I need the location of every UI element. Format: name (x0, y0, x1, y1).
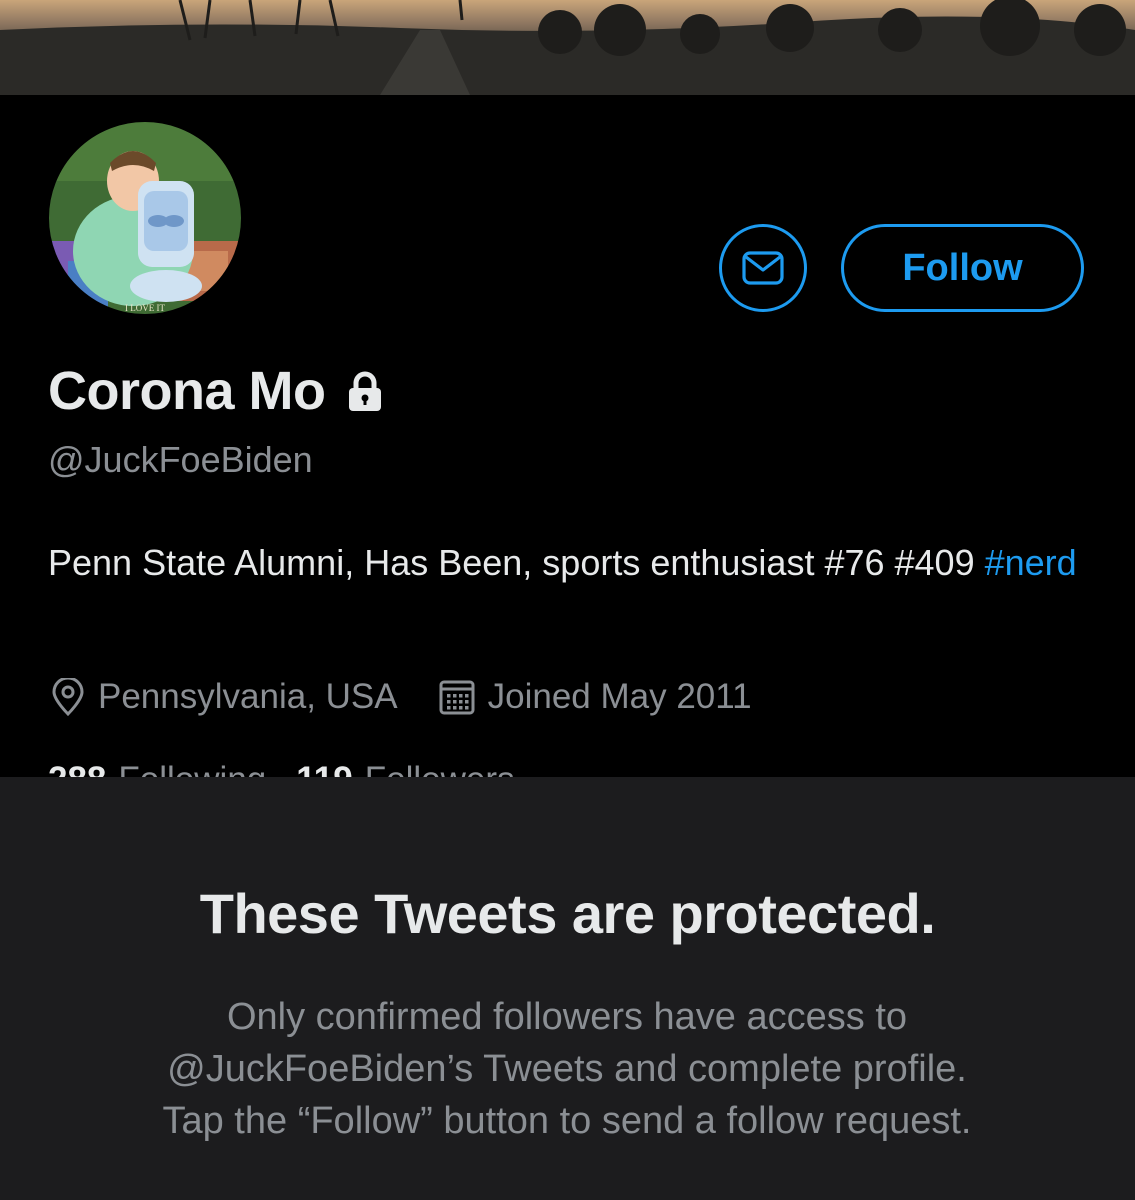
handle: @JuckFoeBiden (48, 439, 313, 480)
bio-text: Penn State Alumni, Has Been, sports enth… (48, 542, 985, 583)
message-button[interactable] (719, 224, 807, 312)
display-name: Corona Mo (48, 361, 326, 421)
protected-title: These Tweets are protected. (199, 882, 936, 945)
lock-icon (343, 369, 387, 413)
bio: Penn State Alumni, Has Been, sports enth… (48, 535, 1108, 591)
join-date: Joined May 2011 (438, 677, 752, 717)
avatar-caption: I LOVE IT (125, 303, 165, 313)
avatar[interactable]: I LOVE IT (38, 111, 252, 325)
bio-hashtag-link[interactable]: #nerd (985, 542, 1077, 583)
protected-message: Only confirmed followers have access to … (162, 996, 972, 1142)
name-row: Corona Mo (48, 357, 387, 425)
calendar-icon (439, 680, 475, 715)
location-pin-icon (52, 678, 84, 716)
location: Pennsylvania, USA (50, 677, 398, 717)
join-date-text: Joined May 2011 (487, 677, 752, 716)
follow-button[interactable]: Follow (841, 224, 1084, 312)
banner-image (0, 0, 1135, 95)
protected-tweets-panel: These Tweets are protected. Only confirm… (0, 777, 1135, 1200)
envelope-icon (742, 251, 784, 285)
profile-meta: Pennsylvania, USA Joined May 2011 (50, 673, 752, 721)
location-text: Pennsylvania, USA (98, 677, 398, 716)
avatar-image: I LOVE IT (38, 111, 252, 325)
profile-header: I LOVE IT Follow Corona Mo @JuckFoeBiden… (0, 95, 1135, 799)
profile-banner[interactable] (0, 0, 1135, 95)
